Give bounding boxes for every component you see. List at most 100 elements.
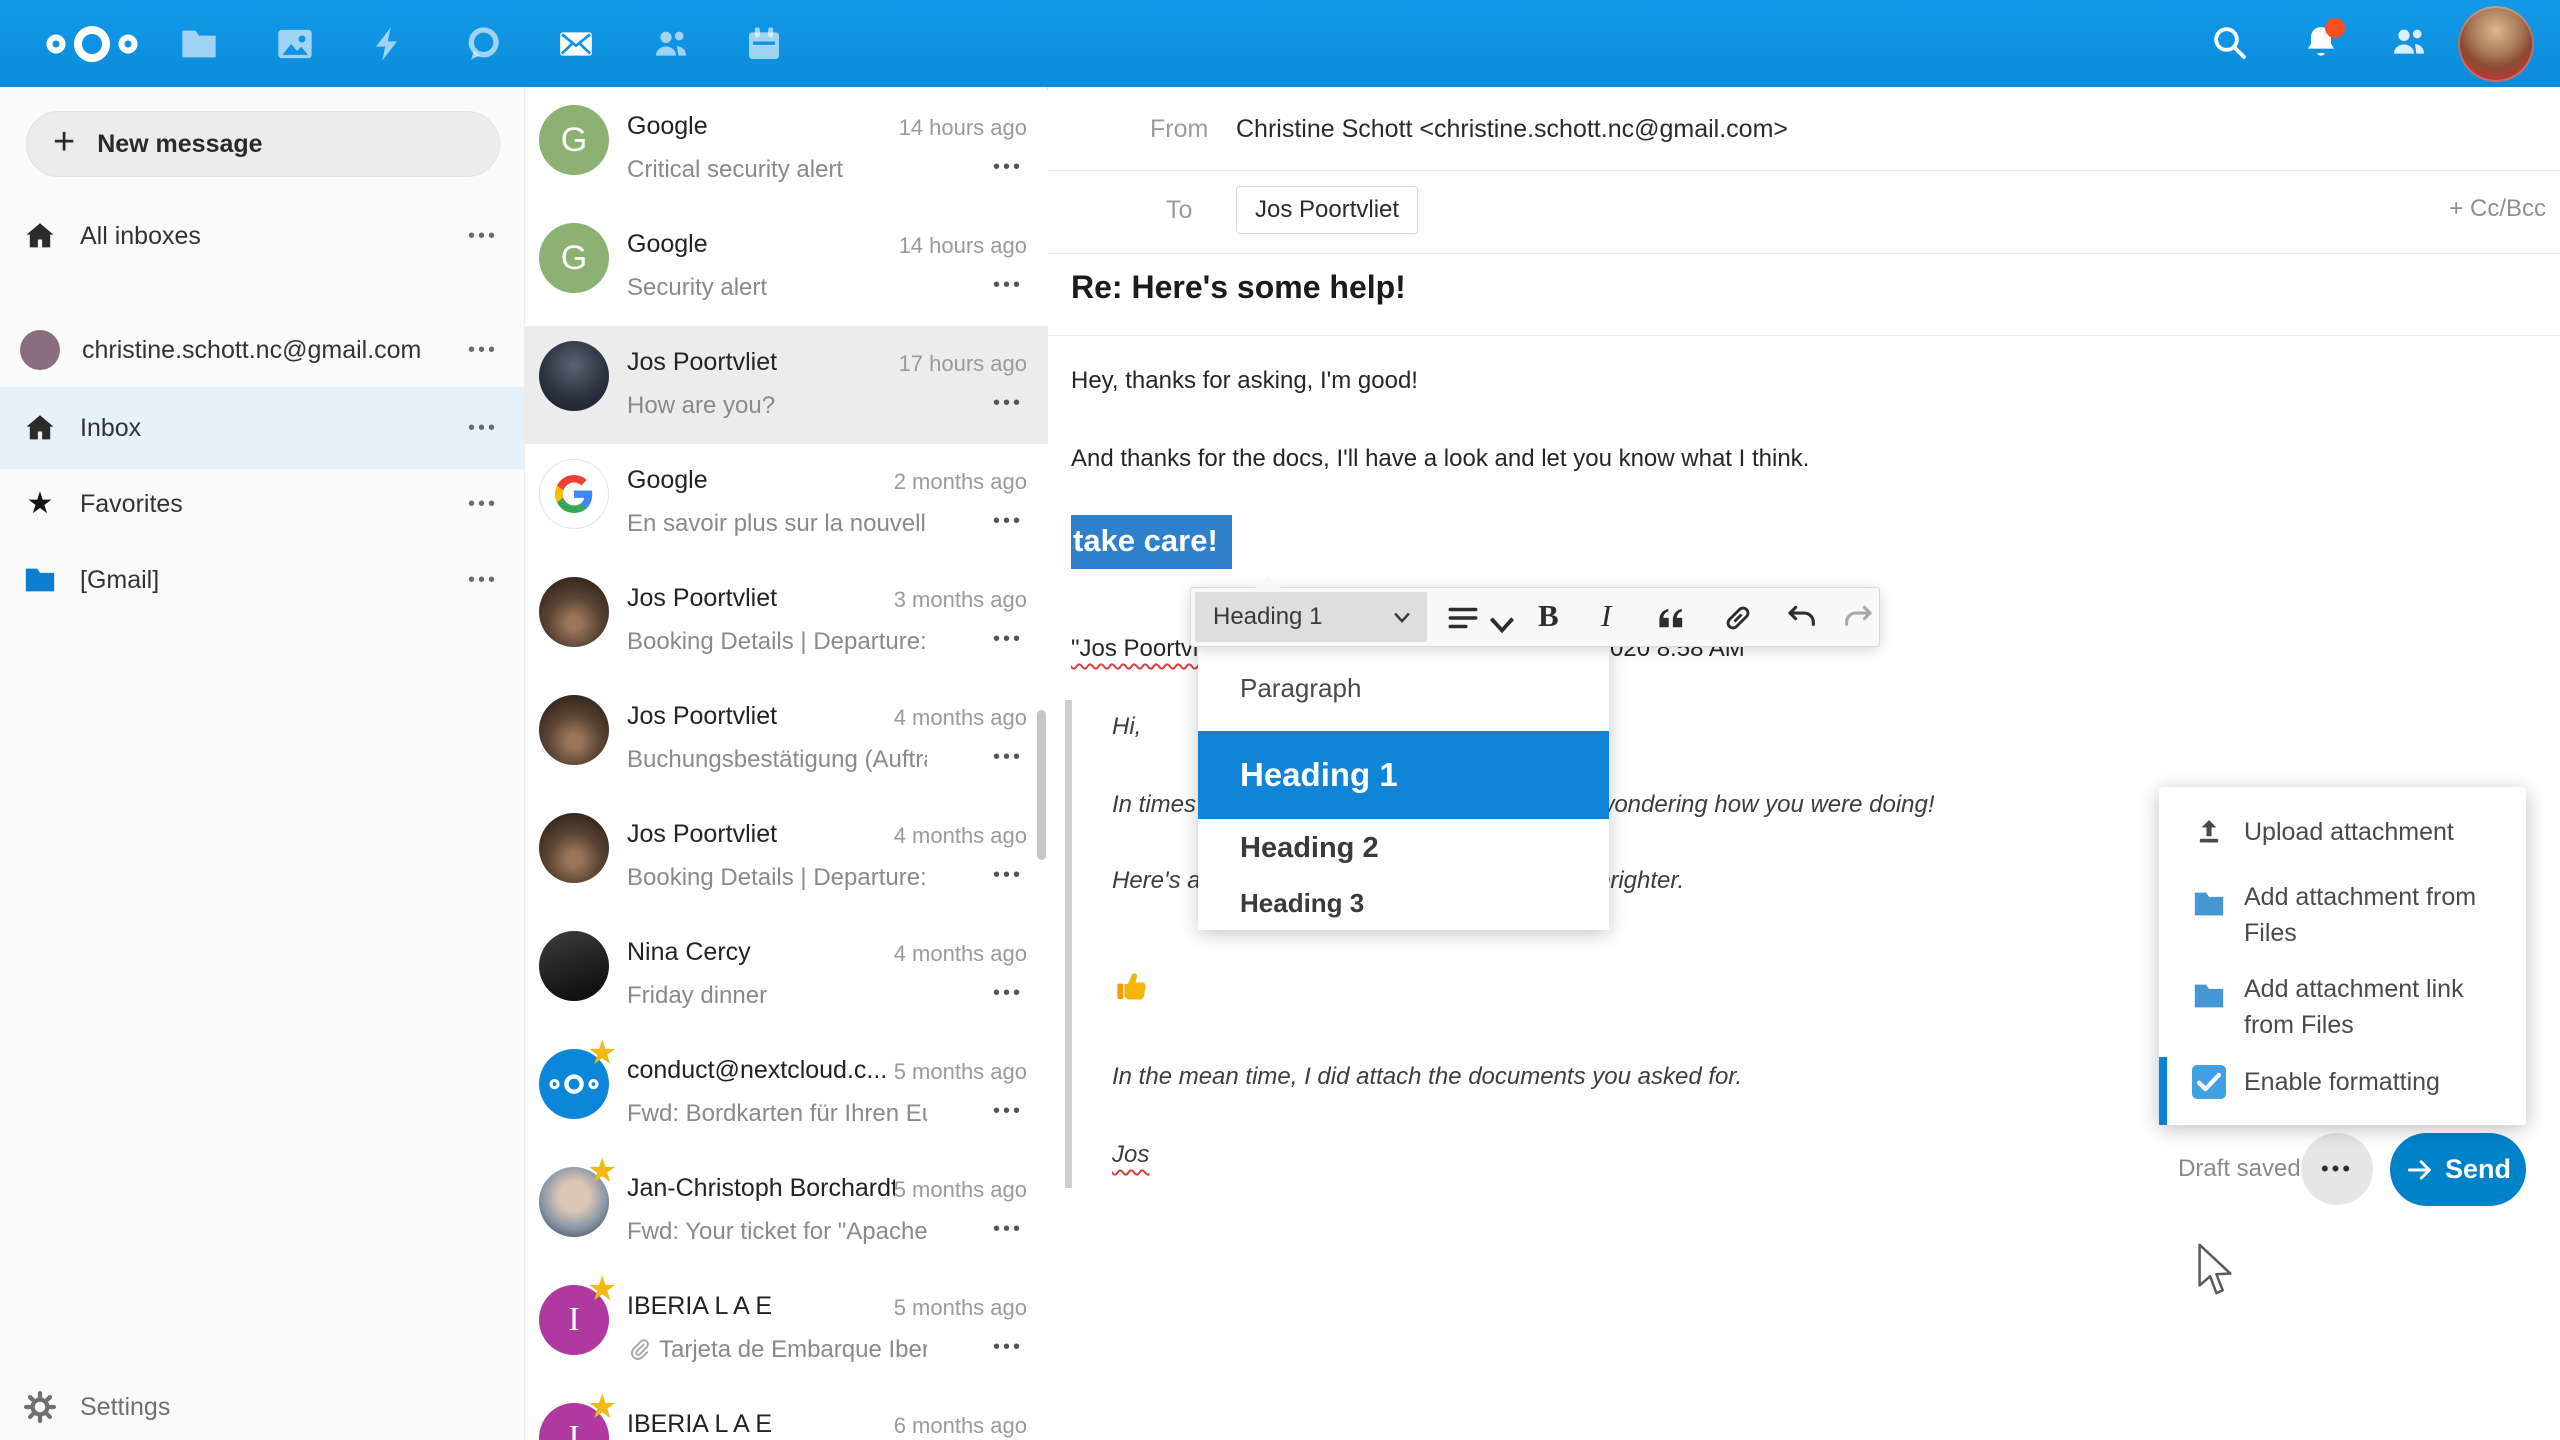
- dropdown-option-paragraph[interactable]: Paragraph: [1198, 645, 1609, 731]
- avatar: G: [539, 105, 609, 175]
- message-actions-icon[interactable]: •••: [993, 1336, 1023, 1359]
- message-actions-icon[interactable]: •••: [993, 982, 1023, 1005]
- folder-actions-icon[interactable]: •••: [468, 339, 498, 362]
- top-bar: [0, 0, 2560, 87]
- calendar-app-icon[interactable]: [744, 24, 784, 64]
- align-chevron-icon[interactable]: [1485, 607, 1505, 641]
- message-actions-icon[interactable]: •••: [993, 1100, 1023, 1123]
- list-item[interactable]: I ★ IBERIA L A E 5 months ago Tarjeta de…: [525, 1270, 1049, 1388]
- formatting-toolbar: Heading 1 B I: [1190, 587, 1880, 647]
- active-item-indicator: [2159, 1057, 2167, 1125]
- list-item[interactable]: Nina Cercy 4 months ago Friday dinner ••…: [525, 916, 1049, 1034]
- list-item[interactable]: G Google 14 hours ago Critical security …: [525, 90, 1049, 208]
- selected-heading-text[interactable]: take care!: [1071, 515, 1232, 569]
- nextcloud-logo-icon[interactable]: [44, 18, 140, 75]
- activity-app-icon[interactable]: [368, 24, 408, 64]
- list-item[interactable]: Google 2 months ago En savoir plus sur l…: [525, 444, 1049, 562]
- sidebar-item-gmail[interactable]: [Gmail] •••: [0, 549, 524, 611]
- from-label: From: [1150, 115, 1208, 144]
- link-button[interactable]: [1721, 601, 1755, 635]
- avatar: G: [539, 223, 609, 293]
- cc-bcc-button[interactable]: + Cc/Bcc: [2449, 195, 2546, 223]
- bold-button[interactable]: B: [1538, 598, 1572, 632]
- dropdown-option-heading3[interactable]: Heading 3: [1198, 877, 1609, 930]
- search-icon[interactable]: [2209, 22, 2249, 67]
- compose-more-options-button[interactable]: •••: [2301, 1133, 2373, 1205]
- message-actions-icon[interactable]: •••: [993, 864, 1023, 887]
- notification-dot: [2325, 18, 2345, 38]
- list-item[interactable]: G Google 14 hours ago Security alert •••: [525, 208, 1049, 326]
- user-avatar[interactable]: [2458, 6, 2534, 82]
- avatar-google-logo: [539, 459, 609, 529]
- divider: [1048, 253, 2560, 254]
- list-item[interactable]: ★ conduct@nextcloud.c... 5 months ago Fw…: [525, 1034, 1049, 1152]
- list-item[interactable]: Jos Poortvliet 4 months ago Buchungsbest…: [525, 680, 1049, 798]
- settings-button[interactable]: Settings: [0, 1374, 524, 1440]
- sidebar-item-account[interactable]: christine.schott.nc@gmail.com •••: [0, 319, 524, 381]
- files-app-icon[interactable]: [179, 24, 219, 64]
- folder-icon: [22, 562, 58, 598]
- photos-app-icon[interactable]: [275, 24, 315, 64]
- chevron-down-icon: [1391, 606, 1413, 628]
- folder-actions-icon[interactable]: •••: [468, 225, 498, 248]
- blockquote-button[interactable]: [1653, 601, 1687, 635]
- notifications-bell-icon[interactable]: [2301, 22, 2341, 67]
- thumbs-up-emoji: [1112, 967, 1152, 1007]
- talk-app-icon[interactable]: [463, 24, 503, 64]
- message-actions-icon[interactable]: •••: [993, 156, 1023, 179]
- recipient-chip[interactable]: Jos Poortvliet: [1236, 186, 1418, 234]
- message-actions-icon[interactable]: •••: [993, 1218, 1023, 1241]
- contacts-app-icon[interactable]: [651, 24, 691, 64]
- home-icon: [22, 218, 58, 254]
- attachment-menu: Upload attachment Add attachment from Fi…: [2159, 787, 2526, 1125]
- dropdown-option-heading1-selected[interactable]: Heading 1: [1198, 731, 1609, 819]
- align-button[interactable]: [1446, 601, 1480, 635]
- body-paragraph[interactable]: And thanks for the docs, I'll have a loo…: [1071, 445, 1809, 473]
- list-item[interactable]: I ★ IBERIA L A E 6 months ago: [525, 1388, 1049, 1440]
- redo-button[interactable]: [1841, 601, 1875, 635]
- draft-status: Draft saved: [2178, 1155, 2301, 1183]
- sidebar-item-favorites[interactable]: ★ Favorites •••: [0, 473, 524, 535]
- compose-pane: From Christine Schott <christine.schott.…: [1048, 87, 2560, 1440]
- list-scrollbar[interactable]: [1037, 710, 1046, 860]
- message-actions-icon[interactable]: •••: [993, 628, 1023, 651]
- enable-formatting-item[interactable]: Enable formatting: [2159, 1065, 2526, 1099]
- dropdown-option-heading2[interactable]: Heading 2: [1198, 819, 1609, 877]
- italic-button[interactable]: I: [1601, 598, 1635, 632]
- favorite-star-icon: ★: [587, 1272, 617, 1306]
- arrow-right-icon: [2405, 1155, 2435, 1185]
- message-actions-icon[interactable]: •••: [993, 392, 1023, 415]
- quote-header-fragment: "Jos Poortvli: [1071, 635, 1204, 663]
- toolbar-pointer: [1255, 575, 1281, 588]
- quote-signature: Jos: [1112, 1141, 1149, 1169]
- upload-attachment-item[interactable]: Upload attachment: [2159, 815, 2526, 849]
- subject-input[interactable]: Re: Here's some help!: [1071, 269, 1406, 306]
- message-actions-icon[interactable]: •••: [993, 274, 1023, 297]
- contacts-menu-icon[interactable]: [2389, 22, 2429, 67]
- to-label: To: [1166, 196, 1192, 225]
- nextcloud-mail-app: + New message All inboxes ••• christine.…: [0, 0, 2560, 1440]
- sidebar-item-inbox[interactable]: Inbox •••: [0, 387, 524, 469]
- add-attachment-from-files-item[interactable]: Add attachment from Files: [2159, 879, 2526, 951]
- send-button[interactable]: Send: [2390, 1133, 2526, 1206]
- folder-actions-icon[interactable]: •••: [468, 569, 498, 592]
- list-item[interactable]: Jos Poortvliet 3 months ago Booking Deta…: [525, 562, 1049, 680]
- from-value[interactable]: Christine Schott <christine.schott.nc@gm…: [1236, 115, 1788, 144]
- body-paragraph[interactable]: Hey, thanks for asking, I'm good!: [1071, 367, 1418, 395]
- message-actions-icon[interactable]: •••: [993, 510, 1023, 533]
- list-item[interactable]: Jos Poortvliet 4 months ago Booking Deta…: [525, 798, 1049, 916]
- list-item-selected[interactable]: Jos Poortvliet 17 hours ago How are you?…: [525, 326, 1049, 444]
- text-style-select[interactable]: Heading 1: [1195, 592, 1427, 642]
- mail-app-icon[interactable]: [556, 24, 596, 64]
- add-attachment-link-from-files-item[interactable]: Add attachment link from Files: [2159, 971, 2526, 1043]
- divider: [1048, 335, 2560, 336]
- message-actions-icon[interactable]: •••: [993, 746, 1023, 769]
- sidebar-item-all-inboxes[interactable]: All inboxes •••: [0, 205, 524, 267]
- list-item[interactable]: ★ Jan-Christoph Borchardt 5 months ago F…: [525, 1152, 1049, 1270]
- new-message-button[interactable]: + New message: [26, 111, 500, 177]
- undo-button[interactable]: [1785, 601, 1819, 635]
- folder-actions-icon[interactable]: •••: [468, 417, 498, 440]
- checkbox-checked-icon[interactable]: [2192, 1065, 2226, 1099]
- folder-actions-icon[interactable]: •••: [468, 493, 498, 516]
- quote-line-fragment: Here's a: [1112, 867, 1201, 895]
